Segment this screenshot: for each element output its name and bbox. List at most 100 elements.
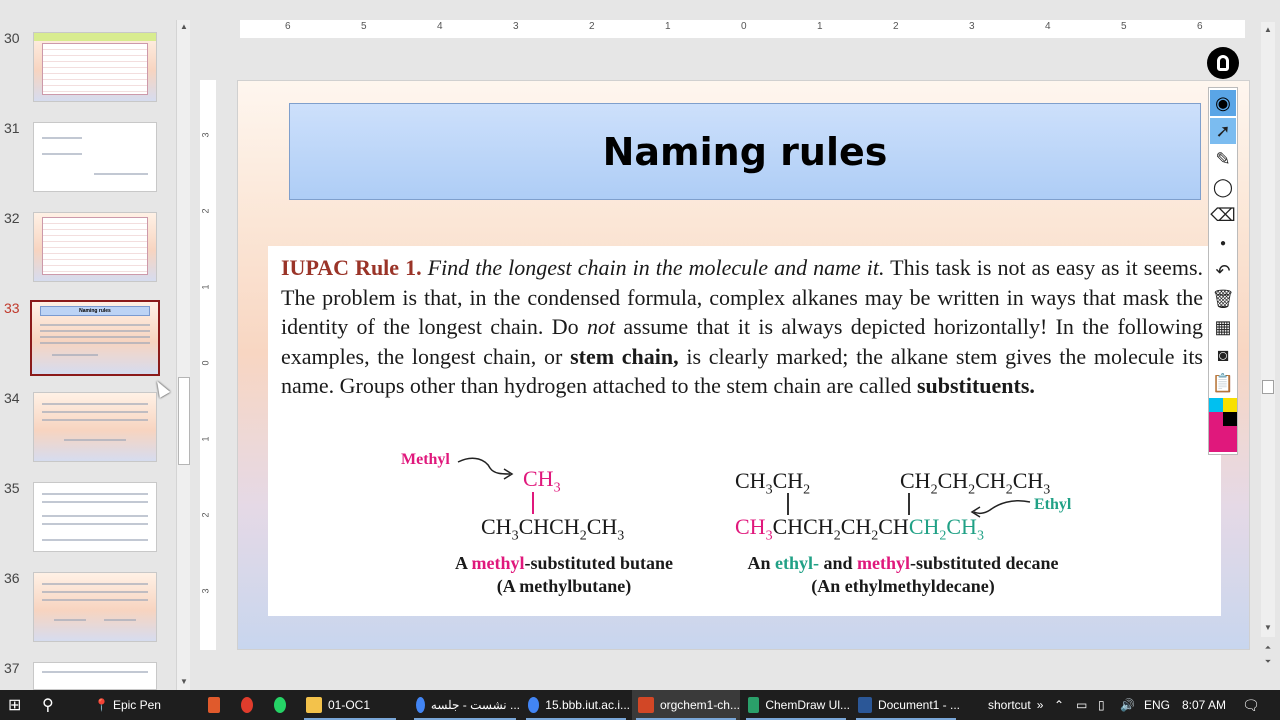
taskbar-item-chrome-2[interactable]: 15.bbb.iut.ac.i... [522, 690, 630, 720]
ruler-label: 5 [1121, 21, 1127, 32]
editor-scrollbar[interactable] [1261, 22, 1275, 637]
language-indicator[interactable]: ENG [1144, 690, 1170, 720]
clipboard-icon[interactable]: 📋 [1210, 370, 1236, 396]
slide-thumbnail-37[interactable] [33, 662, 157, 690]
app-icon-1[interactable] [208, 690, 226, 720]
undo-icon[interactable]: ↶ [1210, 258, 1236, 284]
scrollbar-thumb[interactable] [178, 377, 190, 465]
pointer-icon[interactable]: ➚ [1210, 118, 1236, 144]
battery-icon[interactable]: ▯ [1098, 690, 1105, 720]
taskbar-label: ChemDraw Ul... [765, 698, 850, 712]
ruler-label: 1 [817, 21, 823, 32]
epic-pen-logo-icon[interactable] [1207, 47, 1239, 79]
ruler-label: 6 [1197, 21, 1203, 32]
slide-title-box[interactable]: Naming rules [289, 103, 1201, 200]
notification-icon[interactable]: 🗨 [1242, 690, 1260, 720]
powerpoint-icon [638, 697, 654, 713]
next-slide-icon[interactable]: ⏷ [1262, 656, 1274, 668]
windows-start-icon[interactable]: ⊞ [8, 690, 30, 720]
slide-thumbnail-31[interactable] [33, 122, 157, 192]
volume-icon[interactable]: 🔊 [1120, 690, 1135, 720]
bond-line [532, 492, 534, 514]
rule-statement: Find the longest chain in the molecule a… [427, 255, 885, 280]
epic-pen-toolbar: ◉ ➚ ✎ ◯ ⌫ ● ↶ 🗑 ▦ ◙ 📋 [1208, 87, 1238, 455]
ruler-label: 2 [200, 208, 211, 214]
scrollbar-thumb[interactable] [1262, 380, 1274, 394]
network-icon[interactable]: ▭ [1076, 690, 1087, 720]
eraser-icon[interactable]: ⌫ [1210, 202, 1236, 228]
color-swatch-magenta-2[interactable] [1223, 426, 1237, 452]
slide-number: 33 [4, 300, 20, 316]
taskbar-item-powerpoint[interactable]: orgchem1-ch... [632, 690, 740, 720]
chevron-up-icon[interactable]: ⌃ [1054, 690, 1064, 720]
horizontal-ruler: 6 5 4 3 2 1 0 1 2 3 4 5 6 [240, 20, 1245, 38]
slide-canvas[interactable]: Naming rules IUPAC Rule 1. Find the long… [237, 80, 1250, 650]
slide-thumbnail-33[interactable]: Naming rules [30, 300, 160, 376]
slide-editor: 6 5 4 3 2 1 0 1 2 3 4 5 6 3 2 1 0 1 2 3 … [196, 0, 1280, 690]
color-swatch-magenta[interactable] [1209, 412, 1223, 452]
chemdraw-icon [748, 697, 760, 713]
vertical-ruler: 3 2 1 0 1 2 3 [200, 80, 216, 650]
example1-caption: A methyl-substituted butane [454, 553, 674, 573]
taskbar-label: 15.bbb.iut.ac.i... [545, 698, 630, 712]
content-image[interactable]: IUPAC Rule 1. Find the longest chain in … [268, 246, 1221, 616]
thumbnail-scrollbar[interactable]: ▲ ▼ [176, 20, 190, 690]
example1-subcaption: (A methylbutane) [496, 576, 632, 596]
scroll-up-icon[interactable]: ▲ [179, 22, 189, 32]
ruler-label: 1 [200, 284, 211, 290]
taskbar-label: orgchem1-ch... [659, 698, 740, 712]
taskbar-label: Epic Pen [112, 698, 161, 712]
board-icon[interactable]: ▦ [1210, 314, 1236, 340]
shortcut-label: shortcut [988, 698, 1031, 712]
slide-thumbnail-35[interactable] [33, 482, 157, 552]
ruler-label: 0 [741, 21, 747, 32]
scroll-down-icon[interactable]: ▼ [1262, 622, 1274, 634]
taskbar-item-chemdraw[interactable]: ChemDraw Ul... [742, 690, 850, 720]
taskbar-item-chrome-1[interactable]: نشست - جلسه ... [410, 690, 520, 720]
scroll-down-icon[interactable]: ▼ [179, 677, 189, 687]
slide-number: 30 [4, 30, 20, 46]
chrome-icon [528, 697, 540, 713]
eye-icon[interactable]: ◉ [1210, 90, 1236, 116]
ruler-label: 3 [969, 21, 975, 32]
example2-subcaption: (An ethylmethyldecane) [811, 576, 995, 596]
app-icon-record[interactable] [241, 690, 259, 720]
pen-icon[interactable]: ✎ [1210, 146, 1236, 172]
circle-icon[interactable]: ◯ [1210, 174, 1236, 200]
ruler-label: 4 [437, 21, 443, 32]
methyl-group-formula: CH3 [523, 466, 561, 496]
slide-number: 36 [4, 570, 20, 586]
slide-thumbnail-32[interactable] [33, 212, 157, 282]
ruler-label: 1 [665, 21, 671, 32]
ethyl-branch-formula: CH3CH2 [735, 468, 811, 498]
search-icon[interactable]: ⚲ [42, 690, 64, 720]
taskbar-item-word[interactable]: Document1 - ... [852, 690, 960, 720]
slide-thumbnail-36[interactable] [33, 572, 157, 642]
example2-caption: An ethyl- and methyl-substituted decane [747, 553, 1059, 573]
ruler-label: 4 [1045, 21, 1051, 32]
slide-thumbnail-pane: 30 31 32 33 Naming rules 34 35 36 37 ▲ ▼ [0, 0, 195, 690]
taskbar-item-epic-pen[interactable]: 📍 Epic Pen [94, 690, 161, 720]
ruler-label: 2 [893, 21, 899, 32]
camera-icon[interactable]: ◙ [1210, 342, 1236, 368]
ruler-label: 3 [200, 132, 211, 138]
clock[interactable]: 8:07 AM [1182, 690, 1226, 720]
ruler-label: 2 [200, 512, 211, 518]
taskbar-item-folder[interactable]: 01-OC1 [300, 690, 400, 720]
whatsapp-icon[interactable] [274, 690, 292, 720]
slide-thumbnail-30[interactable] [33, 32, 157, 102]
color-swatch-yellow[interactable] [1223, 398, 1237, 412]
color-swatch-black[interactable] [1223, 412, 1237, 426]
color-swatch-cyan[interactable] [1209, 398, 1223, 412]
shortcut-toolbar[interactable]: shortcut » [988, 690, 1043, 720]
scroll-up-icon[interactable]: ▲ [1262, 24, 1274, 36]
slide-number: 31 [4, 120, 20, 136]
term-stem-chain: stem chain, [570, 343, 679, 369]
ruler-label: 1 [200, 436, 211, 442]
methyl-label: Methyl [401, 451, 450, 468]
previous-slide-icon[interactable]: ⏶ [1262, 642, 1274, 654]
dot-icon[interactable]: ● [1210, 230, 1236, 256]
decane-chain-formula: CH3CHCH2CH2CHCH2CH3 [735, 514, 984, 544]
trash-icon[interactable]: 🗑 [1210, 286, 1236, 312]
slide-thumbnail-34[interactable] [33, 392, 157, 462]
